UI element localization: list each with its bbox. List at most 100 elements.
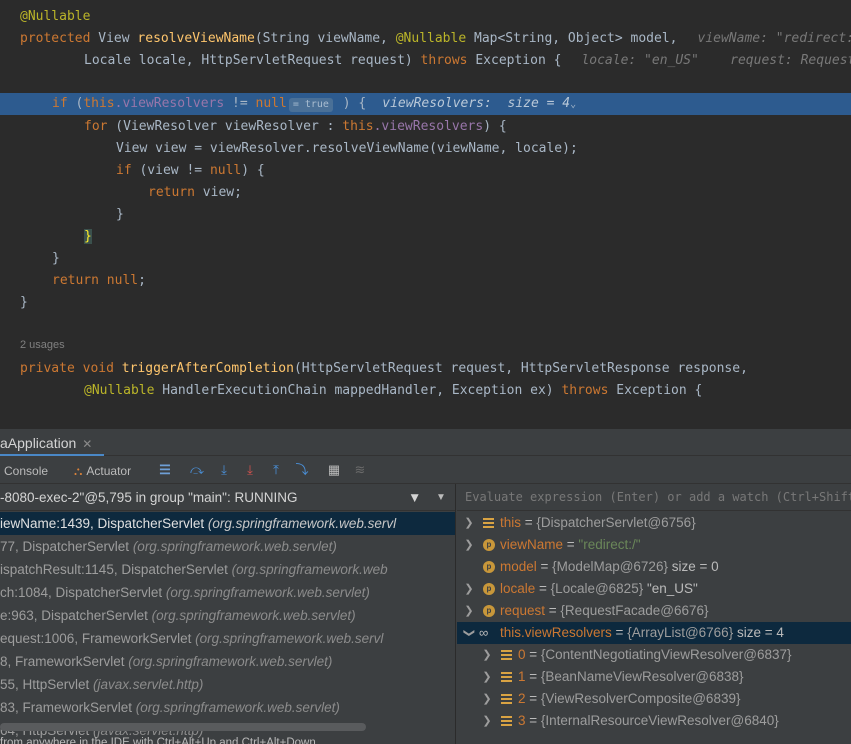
- code-line: Locale locale, HttpServletRequest reques…: [84, 50, 851, 72]
- code-text: Exception {: [608, 383, 703, 398]
- chevron-down-icon[interactable]: ⌄: [570, 99, 576, 110]
- variable-row[interactable]: ❯ p request = {RequestFacade@6676}: [457, 600, 851, 622]
- frame-package: (org.springframework.web.servlet): [132, 539, 337, 554]
- chevron-right-icon[interactable]: ❯: [463, 578, 475, 600]
- variable-name: this: [500, 515, 522, 530]
- variable-name: viewName: [500, 537, 564, 552]
- frame-method: ch:1084, DispatcherServlet: [0, 585, 166, 600]
- frame-method: 55, HttpServlet: [0, 677, 94, 692]
- variable-value: {InternalResourceViewResolver@6840}: [540, 713, 779, 728]
- variable-row[interactable]: ❯ 3 = {InternalResourceViewResolver@6840…: [457, 710, 851, 732]
- code-text: ) {: [334, 96, 367, 111]
- variable-value: {ModelMap@6726}: [552, 559, 668, 574]
- stack-frame[interactable]: e:963, DispatcherServlet (org.springfram…: [0, 604, 455, 627]
- keyword: null: [98, 273, 139, 288]
- tab-label: Actuator: [86, 464, 132, 478]
- variable-name: request: [500, 603, 546, 618]
- tab-console[interactable]: Console: [4, 461, 48, 481]
- frames-pane: -8080-exec-2"@5,795 in group "main": RUN…: [0, 484, 456, 744]
- code-text: }: [52, 251, 60, 266]
- variable-row[interactable]: ❯ 2 = {ViewResolverComposite@6839}: [457, 688, 851, 710]
- variable-name: 2: [518, 691, 526, 706]
- tab-run-configuration[interactable]: aApplication ✕: [0, 433, 92, 453]
- variable-value: {ArrayList@6766}: [627, 625, 734, 640]
- variable-name: 3: [518, 713, 526, 728]
- variable-row[interactable]: ❯ ∞ this.viewResolvers = {ArrayList@6766…: [457, 622, 851, 644]
- chevron-right-icon[interactable]: ❯: [463, 534, 475, 556]
- code-editor[interactable]: @Nullable protected View resolveViewName…: [0, 0, 851, 429]
- filter-icon[interactable]: ▼: [408, 484, 421, 511]
- debug-inline-value[interactable]: viewResolvers: size = 4: [382, 96, 570, 111]
- show-frames-icon[interactable]: ☰: [158, 463, 172, 477]
- stack-frame[interactable]: equest:1006, FrameworkServlet (org.sprin…: [0, 627, 455, 650]
- variable-row[interactable]: ❯ this = {DispatcherServlet@6756}: [457, 512, 851, 534]
- variable-value: {DispatcherServlet@6756}: [536, 515, 696, 530]
- chevron-down-icon[interactable]: ❯: [458, 627, 480, 639]
- chevron-right-icon[interactable]: ❯: [463, 600, 475, 622]
- code-text: (ViewResolver viewResolver :: [107, 119, 343, 134]
- frame-package: (org.springframework.web.servlet): [151, 608, 356, 623]
- debug-panel-header: aApplication ✕: [0, 429, 851, 456]
- field-icon: [501, 694, 512, 704]
- variable-value: {BeanNameViewResolver@6838}: [540, 669, 744, 684]
- usages-hint[interactable]: 2 usages: [20, 339, 65, 351]
- stack-frame[interactable]: ch:1084, DispatcherServlet (org.springfr…: [0, 581, 455, 604]
- keyword: return: [52, 273, 99, 288]
- horizontal-scrollbar[interactable]: [0, 723, 366, 731]
- active-tab-indicator: [0, 454, 104, 456]
- matched-brace: }: [84, 229, 92, 244]
- variable-name: locale: [500, 581, 536, 596]
- method-name: resolveViewName: [137, 31, 255, 46]
- trace-stream-icon[interactable]: ≋: [353, 463, 367, 477]
- stack-frame[interactable]: 83, FrameworkServlet (org.springframewor…: [0, 696, 455, 719]
- step-into-icon[interactable]: ⤓: [217, 463, 231, 477]
- variable-row[interactable]: ❯ 1 = {BeanNameViewResolver@6838}: [457, 666, 851, 688]
- frame-method: e:963, DispatcherServlet: [0, 608, 152, 623]
- frame-method: ispatchResult:1145, DispatcherServlet: [0, 562, 232, 577]
- execution-point-line[interactable]: if (this.viewResolvers != null = true ) {…: [0, 93, 851, 115]
- code-text: (: [67, 96, 84, 111]
- frame-method: 77, DispatcherServlet: [0, 539, 133, 554]
- thread-label: -8080-exec-2"@5,795 in group "main": RUN…: [0, 490, 298, 505]
- stack-frame[interactable]: iewName:1439, DispatcherServlet (org.spr…: [0, 512, 455, 535]
- keyword: if: [116, 163, 132, 178]
- code-text: Locale locale, HttpServletRequest reques…: [84, 53, 421, 68]
- code-line: @Nullable: [20, 6, 90, 28]
- parameter-icon: p: [483, 583, 495, 595]
- code-text: }: [20, 295, 28, 310]
- stack-frame[interactable]: ispatchResult:1145, DispatcherServlet (o…: [0, 558, 455, 581]
- force-step-into-icon[interactable]: ⤓: [243, 463, 257, 477]
- chevron-down-icon[interactable]: ▼: [436, 484, 446, 511]
- code-text: ) {: [241, 163, 265, 178]
- close-icon[interactable]: ✕: [82, 437, 92, 451]
- stack-frame[interactable]: 8, FrameworkServlet (org.springframework…: [0, 650, 455, 673]
- step-out-icon[interactable]: ⤒: [269, 463, 283, 477]
- field-name: .viewResolvers: [373, 119, 484, 134]
- variable-row[interactable]: ❯ p locale = {Locale@6825} "en_US": [457, 578, 851, 600]
- actuator-icon: ⛬: [74, 464, 83, 478]
- variable-value: "redirect:/": [578, 537, 641, 552]
- field-icon: [501, 650, 512, 660]
- variable-row[interactable]: ❯ 0 = {ContentNegotiatingViewResolver@68…: [457, 644, 851, 666]
- evaluate-expression-icon[interactable]: ▦: [327, 463, 341, 477]
- step-over-icon[interactable]: ⤼: [190, 463, 204, 477]
- stack-frame[interactable]: 55, HttpServlet (javax.servlet.http): [0, 673, 455, 696]
- chevron-right-icon[interactable]: ❯: [481, 644, 493, 666]
- code-text: !=: [224, 96, 256, 111]
- run-to-cursor-icon[interactable]: ⤵: [295, 463, 309, 477]
- frame-package: (org.springframework.web.servl: [195, 631, 384, 646]
- chevron-right-icon[interactable]: ❯: [463, 512, 475, 534]
- annotation-text: @Nullable: [84, 383, 155, 398]
- variable-row[interactable]: ❯ p viewName = "redirect:/": [457, 534, 851, 556]
- chevron-right-icon[interactable]: ❯: [481, 666, 493, 688]
- code-text: HandlerExecutionChain mappedHandler, Exc…: [154, 383, 562, 398]
- stack-frame[interactable]: 77, DispatcherServlet (org.springframewo…: [0, 535, 455, 558]
- variable-row[interactable]: p model = {ModelMap@6726} size = 0: [457, 556, 851, 578]
- code-text: (String viewName,: [254, 31, 396, 46]
- chevron-right-icon[interactable]: ❯: [481, 710, 493, 732]
- chevron-right-icon[interactable]: ❯: [481, 688, 493, 710]
- evaluate-expression-input[interactable]: Evaluate expression (Enter) or add a wat…: [457, 484, 851, 511]
- tab-actuator[interactable]: ⛬ Actuator: [74, 461, 131, 481]
- code-line: @Nullable HandlerExecutionChain mappedHa…: [84, 380, 702, 402]
- thread-selector[interactable]: -8080-exec-2"@5,795 in group "main": RUN…: [0, 484, 455, 511]
